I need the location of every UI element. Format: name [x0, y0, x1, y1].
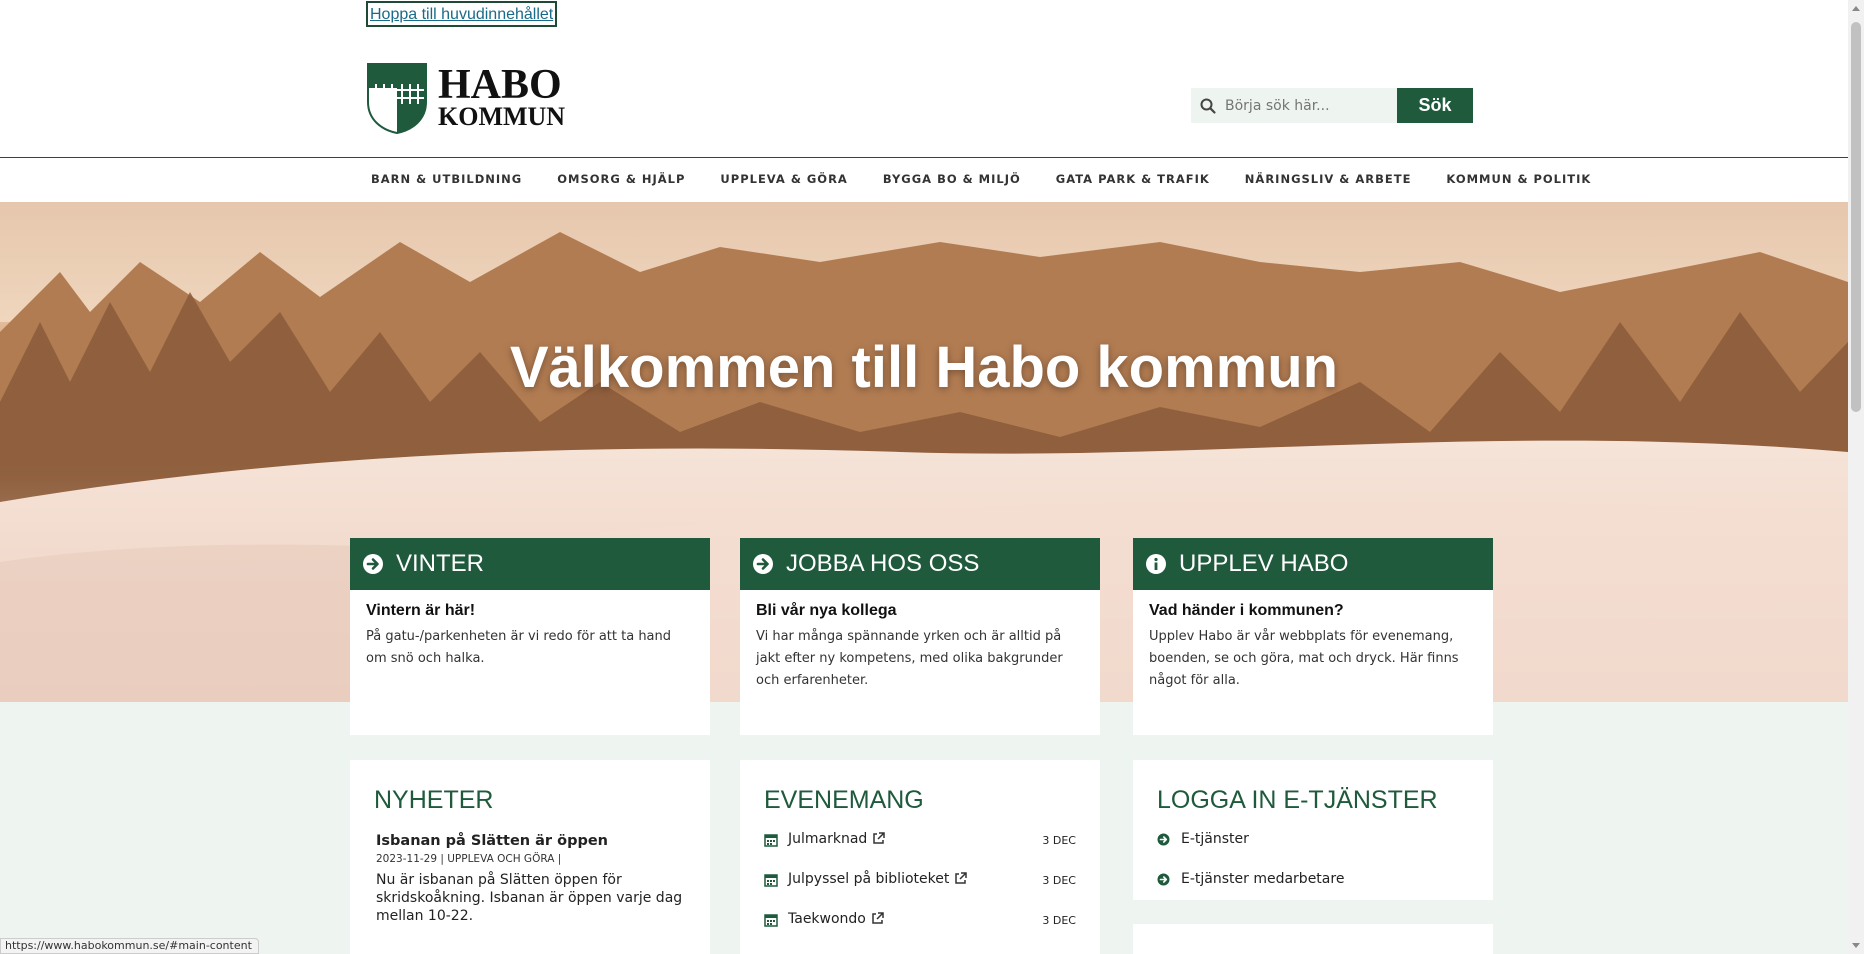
arrow-circle-right-icon: [1157, 873, 1170, 886]
arrow-circle-right-icon: [753, 554, 773, 574]
arrow-circle-right-icon: [1157, 833, 1170, 846]
external-link-icon: [873, 832, 886, 844]
hero-title: Välkommen till Habo kommun: [509, 335, 1339, 400]
nav-item-naringsliv-arbete[interactable]: NÄRINGSLIV & ARBETE: [1245, 172, 1412, 186]
login-heading: LOGGA IN E-TJÄNSTER: [1157, 786, 1438, 814]
logo-line-2: KOMMUN: [438, 102, 566, 131]
login-link-e-tjanster-medarbetare[interactable]: E-tjänster medarbetare: [1157, 871, 1469, 911]
card-vinter[interactable]: VINTER Vintern är här! På gatu-/parkenhe…: [350, 538, 710, 735]
news-item-meta: 2023-11-29 | UPPLEVA OCH GÖRA |: [376, 853, 562, 865]
news-heading: NYHETER: [374, 786, 494, 814]
calendar-icon: [764, 874, 778, 887]
external-link-icon: [872, 912, 884, 924]
card-title: JOBBA HOS OSS: [786, 550, 980, 577]
search-icon: [1200, 98, 1216, 114]
event-item[interactable]: Taekwondo 3 DEC: [764, 911, 1076, 951]
logo-wordmark: HABO KOMMUN: [438, 64, 565, 130]
arrow-circle-right-icon: [363, 554, 383, 574]
main-navigation: BARN & UTBILDNING OMSORG & HJÄLP UPPLEVA…: [0, 158, 1848, 202]
card-header: UPPLEV HABO: [1133, 538, 1493, 590]
card-upplev-habo[interactable]: UPPLEV HABO Vad händer i kommunen? Upple…: [1133, 538, 1493, 735]
search-box: [1191, 88, 1397, 123]
scrollbar-thumb[interactable]: [1851, 22, 1861, 412]
card-subtitle: Bli vår nya kollega: [756, 602, 897, 619]
nav-item-bygga-bo-miljo[interactable]: BYGGA BO & MILJÖ: [883, 172, 1021, 186]
calendar-icon: [764, 834, 778, 847]
events-panel: EVENEMANG Julmarknad 3 DEC Julpyssel på …: [740, 760, 1100, 954]
habo-kommun-logo[interactable]: HABO KOMMUN: [366, 62, 576, 134]
calendar-icon: [764, 914, 778, 927]
scroll-down-arrow-icon[interactable]: [1852, 943, 1860, 948]
events-heading: EVENEMANG: [764, 786, 924, 814]
news-item-text: Nu är isbanan på Slätten öppen för skrid…: [376, 872, 683, 924]
event-date: 3 DEC: [1042, 914, 1076, 927]
nav-item-kommun-politik[interactable]: KOMMUN & POLITIK: [1446, 172, 1591, 186]
search-button[interactable]: Sök: [1397, 88, 1473, 123]
card-subtitle: Vad händer i kommunen?: [1149, 602, 1344, 619]
coat-of-arms-icon: [367, 63, 427, 134]
search-input[interactable]: [1225, 88, 1393, 123]
card-jobba-hos-oss[interactable]: JOBBA HOS OSS Bli vår nya kollega Vi har…: [740, 538, 1100, 735]
card-text: Vi har många spännande yrken och är allt…: [756, 629, 1063, 688]
skip-to-content-link[interactable]: Hoppa till huvudinnehållet: [366, 1, 558, 27]
card-header: JOBBA HOS OSS: [740, 538, 1100, 590]
event-date: 3 DEC: [1042, 874, 1076, 887]
card-text: Upplev Habo är vår webbplats för evenema…: [1149, 629, 1459, 688]
event-date: 3 DEC: [1042, 834, 1076, 847]
browser-status-url: https://www.habokommun.se/#main-content: [0, 938, 259, 954]
vertical-scrollbar[interactable]: [1848, 0, 1864, 954]
external-link-icon: [955, 872, 968, 884]
search-form: Sök: [1191, 88, 1473, 123]
info-circle-icon: [1146, 554, 1166, 574]
card-text: På gatu-/parkenheten är vi redo för att …: [366, 629, 672, 666]
login-link-e-tjanster[interactable]: E-tjänster: [1157, 831, 1469, 871]
news-panel: NYHETER Isbanan på Slätten är öppen 2023…: [350, 760, 710, 954]
extra-panel: [1133, 924, 1493, 954]
login-link-label: E-tjänster: [1181, 831, 1249, 847]
login-link-label: E-tjänster medarbetare: [1181, 871, 1345, 887]
event-title: Taekwondo: [788, 911, 866, 927]
card-title: VINTER: [396, 550, 485, 577]
logo-line-1: HABO: [438, 62, 562, 108]
card-header: VINTER: [350, 538, 710, 590]
news-item-title[interactable]: Isbanan på Slätten är öppen: [376, 833, 686, 849]
nav-item-uppleva-gora[interactable]: UPPLEVA & GÖRA: [720, 172, 847, 186]
site-header: Hoppa till huvudinnehållet HABO KOMMUN B…: [0, 0, 1848, 158]
card-title: UPPLEV HABO: [1179, 550, 1349, 577]
login-panel: LOGGA IN E-TJÄNSTER E-tjänster E-tjänste…: [1133, 760, 1493, 900]
nav-item-barn-utbildning[interactable]: BARN & UTBILDNING: [371, 172, 522, 186]
nav-item-omsorg-hjalp[interactable]: OMSORG & HJÄLP: [557, 172, 685, 186]
nav-item-gata-park-trafik[interactable]: GATA PARK & TRAFIK: [1056, 172, 1210, 186]
event-item[interactable]: Julpyssel på biblioteket 3 DEC: [764, 871, 1076, 911]
event-item[interactable]: Julmarknad 3 DEC: [764, 831, 1076, 871]
event-title: Julpyssel på biblioteket: [788, 871, 950, 887]
event-title: Julmarknad: [788, 831, 868, 847]
scroll-up-arrow-icon[interactable]: [1852, 6, 1860, 11]
card-subtitle: Vintern är här!: [366, 602, 476, 619]
